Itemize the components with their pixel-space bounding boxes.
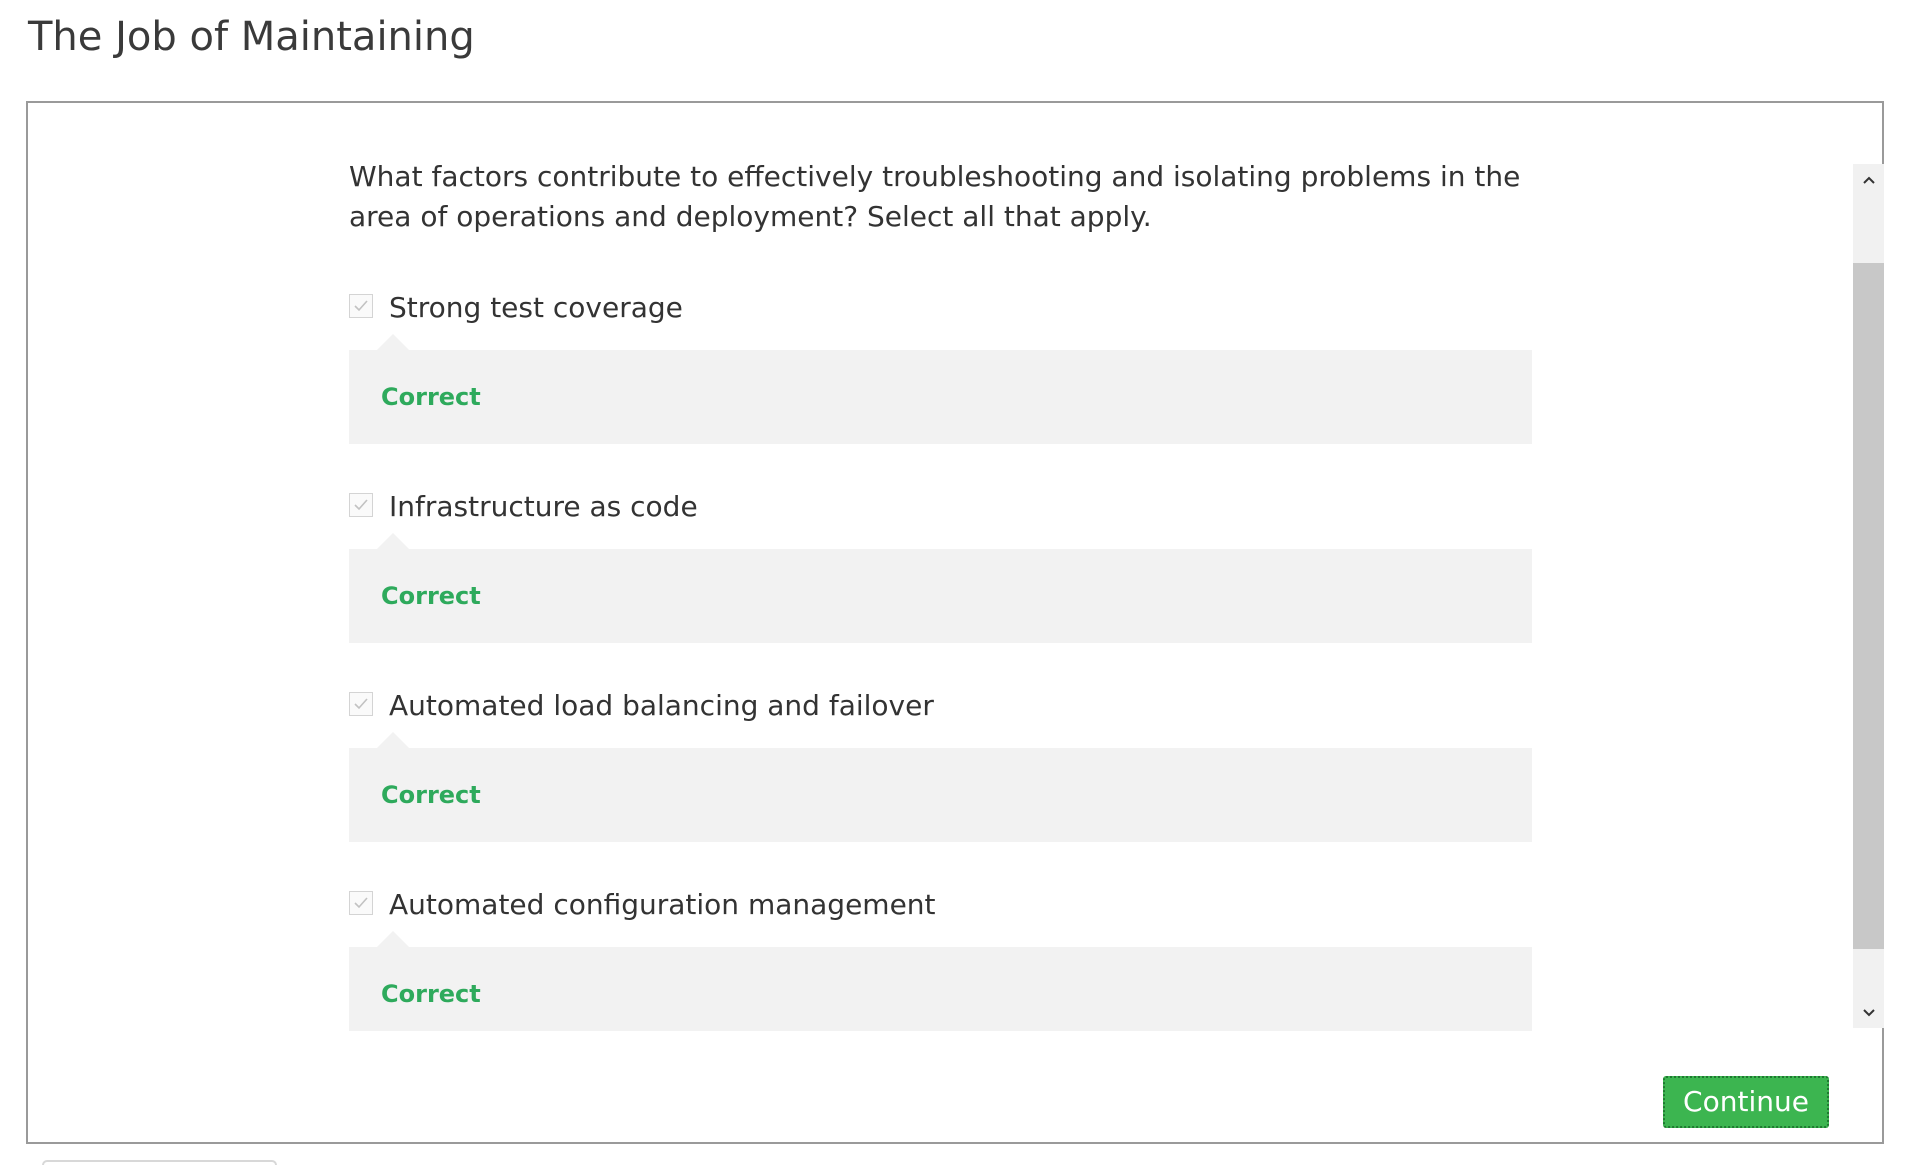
answer-feedback: Correct xyxy=(349,334,1532,444)
continue-button[interactable]: Continue xyxy=(1663,1076,1829,1128)
feedback-status: Correct xyxy=(381,980,481,1008)
answer-feedback: Correct xyxy=(349,732,1532,842)
bottom-tab[interactable] xyxy=(42,1160,277,1165)
answer-label: Automated configuration management xyxy=(389,888,936,921)
chevron-down-icon xyxy=(1862,1008,1875,1016)
answer-feedback: Correct xyxy=(349,931,1532,1031)
answer-label: Automated load balancing and failover xyxy=(389,689,934,722)
scroll-down-button[interactable] xyxy=(1853,997,1884,1028)
quiz-scroll-area: What factors contribute to effectively t… xyxy=(28,103,1852,1113)
answer-option: Automated configuration management Corre… xyxy=(349,885,1532,1031)
scroll-thumb[interactable] xyxy=(1853,263,1884,949)
answer-feedback: Correct xyxy=(349,533,1532,643)
answer-option-row[interactable]: Infrastructure as code xyxy=(349,487,1532,527)
answer-checkbox[interactable] xyxy=(349,493,373,517)
answer-checkbox[interactable] xyxy=(349,692,373,716)
feedback-status: Correct xyxy=(381,383,481,411)
quiz-frame: What factors contribute to effectively t… xyxy=(26,101,1884,1144)
chevron-up-icon xyxy=(1862,176,1875,184)
question-text: What factors contribute to effectively t… xyxy=(349,160,1521,233)
answer-label: Strong test coverage xyxy=(389,291,683,324)
answer-option: Strong test coverage Correct xyxy=(349,288,1532,444)
checkmark-icon xyxy=(354,698,368,710)
checkmark-icon xyxy=(354,499,368,511)
answer-option-row[interactable]: Automated load balancing and failover xyxy=(349,686,1532,726)
page-title: The Job of Maintaining xyxy=(28,14,475,60)
feedback-status: Correct xyxy=(381,781,481,809)
scroll-up-button[interactable] xyxy=(1853,164,1884,195)
answer-option-row[interactable]: Strong test coverage xyxy=(349,288,1532,328)
answer-option-row[interactable]: Automated configuration management xyxy=(349,885,1532,925)
vertical-scrollbar[interactable] xyxy=(1853,164,1884,1028)
checkmark-icon xyxy=(354,300,368,312)
answer-checkbox[interactable] xyxy=(349,891,373,915)
feedback-status: Correct xyxy=(381,582,481,610)
answer-checkbox[interactable] xyxy=(349,294,373,318)
answer-option: Infrastructure as code Correct xyxy=(349,487,1532,643)
answer-label: Infrastructure as code xyxy=(389,490,698,523)
answer-option: Automated load balancing and failover Co… xyxy=(349,686,1532,842)
checkmark-icon xyxy=(354,897,368,909)
